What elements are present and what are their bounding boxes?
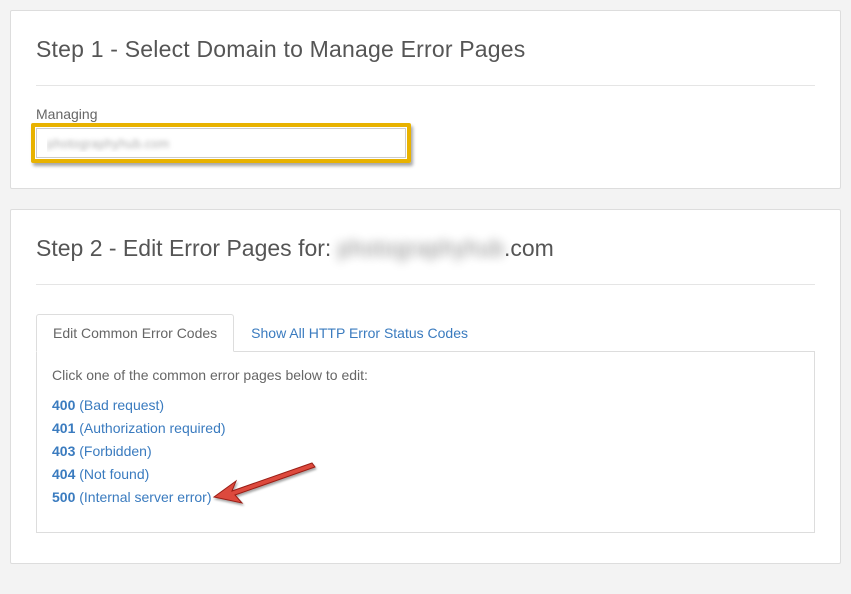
instruction-text: Click one of the common error pages belo… <box>52 367 799 383</box>
error-code: 401 <box>52 420 75 436</box>
tab-show-all[interactable]: Show All HTTP Error Status Codes <box>234 314 485 352</box>
error-link-400[interactable]: 400 (Bad request) <box>52 397 799 413</box>
step1-panel: Step 1 - Select Domain to Manage Error P… <box>10 10 841 189</box>
step2-heading: Step 2 - Edit Error Pages for: photograp… <box>36 235 815 285</box>
error-link-403[interactable]: 403 (Forbidden) <box>52 443 799 459</box>
error-link-404[interactable]: 404 (Not found) <box>52 466 799 482</box>
error-desc: (Authorization required) <box>79 420 225 436</box>
step1-heading: Step 1 - Select Domain to Manage Error P… <box>36 36 815 86</box>
tabs-row: Edit Common Error Codes Show All HTTP Er… <box>36 313 815 352</box>
error-link-500[interactable]: 500 (Internal server error) <box>52 489 799 505</box>
step2-heading-domain: photographyhub <box>338 235 504 261</box>
error-desc: (Internal server error) <box>79 489 211 505</box>
error-code: 500 <box>52 489 75 505</box>
step2-panel: Step 2 - Edit Error Pages for: photograp… <box>10 209 841 564</box>
domain-select-wrap: photographyhub.com <box>36 128 406 158</box>
tab-edit-common[interactable]: Edit Common Error Codes <box>36 314 234 352</box>
error-link-401[interactable]: 401 (Authorization required) <box>52 420 799 436</box>
error-code: 404 <box>52 466 75 482</box>
domain-select[interactable]: photographyhub.com <box>36 128 406 158</box>
managing-label: Managing <box>36 106 815 122</box>
tab-content: Click one of the common error pages belo… <box>36 352 815 533</box>
error-desc: (Bad request) <box>79 397 164 413</box>
error-desc: (Forbidden) <box>79 443 151 459</box>
error-desc: (Not found) <box>79 466 149 482</box>
step2-heading-suffix: .com <box>504 235 554 261</box>
error-code: 400 <box>52 397 75 413</box>
error-code: 403 <box>52 443 75 459</box>
step2-heading-prefix: Step 2 - Edit Error Pages for: <box>36 235 338 261</box>
